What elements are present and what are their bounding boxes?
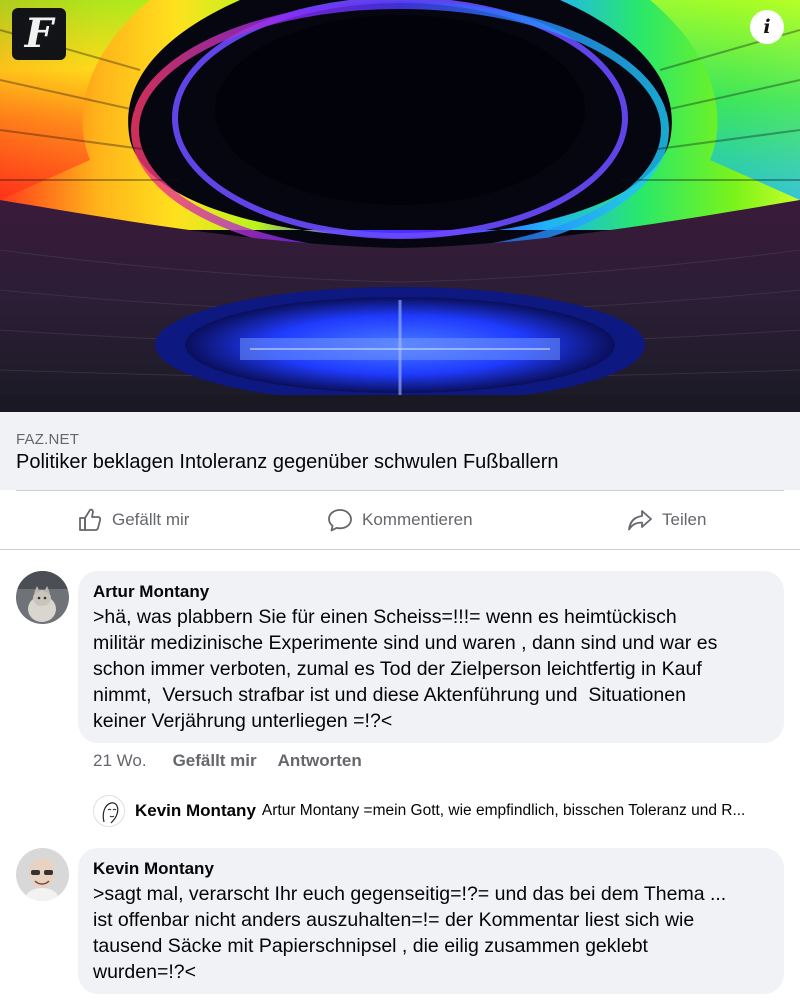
link-source: FAZ.NET [16, 431, 80, 448]
avatar[interactable] [16, 848, 69, 901]
comment-text-line: nimmt, Versuch strafbar ist und diese Ak… [93, 684, 686, 706]
sketch-avatar-image [94, 796, 124, 826]
link-preview[interactable]: FAZ.NET Politiker beklagen Intoleranz ge… [0, 412, 800, 490]
comment-text-line: ist offenbar nicht anders auszuhalten=!=… [93, 909, 695, 931]
comment-timestamp[interactable]: 21 Wo. [93, 751, 147, 771]
share-button-label: Teilen [662, 510, 707, 529]
link-title[interactable]: Politiker beklagen Intoleranz gegenüber … [16, 451, 559, 474]
thumbs-up-icon [79, 508, 102, 531]
comment-reply-link[interactable]: Antworten [278, 751, 362, 771]
man-avatar-image [16, 848, 69, 901]
comment-text-line: wurden=!?< [93, 961, 196, 983]
comment-text-line: >sagt mal, verarscht Ihr euch gegenseiti… [93, 883, 727, 905]
faz-logo[interactable]: F [12, 8, 66, 60]
cat-avatar-image [16, 571, 69, 624]
reply-preview[interactable]: Kevin Montany Artur Montany =mein Gott, … [93, 795, 793, 827]
info-icon: i [763, 16, 771, 38]
comment-button[interactable]: Kommentieren [326, 491, 473, 549]
share-arrow-icon [628, 510, 652, 531]
comment-author[interactable]: Artur Montany [93, 582, 209, 602]
reply-avatar[interactable] [93, 795, 125, 827]
comment-text: >sagt mal, verarscht Ihr euch gegenseiti… [93, 881, 773, 985]
comment-text-line: tausend Säcke mit Papierschnipsel , die … [93, 935, 648, 957]
comment-text-line: keiner Verjährung unterliegen =!?< [93, 710, 393, 732]
comment-like-link[interactable]: Gefällt mir [173, 751, 257, 771]
info-icon-button[interactable]: i [750, 10, 784, 44]
faz-logo-letter: F [24, 10, 54, 57]
comment-text-line: >hä, was plabbern Sie für einen Scheiss=… [93, 606, 677, 628]
stadium-rainbow-image [0, 0, 800, 412]
comment-author[interactable]: Kevin Montany [93, 859, 214, 879]
like-button[interactable]: Gefällt mir [76, 491, 189, 549]
share-button[interactable]: Teilen [626, 491, 706, 549]
comment-button-label: Kommentieren [362, 510, 473, 529]
comment-text-line: schon immer verboten, zumal es Tod der Z… [93, 658, 702, 680]
divider [0, 549, 800, 550]
comment-text-line: militär medizinische Experimente sind un… [93, 632, 718, 654]
reply-author[interactable]: Kevin Montany [135, 801, 256, 821]
post-image[interactable]: F i [0, 0, 800, 412]
avatar[interactable] [16, 571, 69, 624]
speech-bubble-icon [328, 509, 352, 532]
like-button-label: Gefällt mir [112, 510, 190, 529]
post-action-bar: Gefällt mir Kommentieren Teilen [0, 491, 800, 549]
comment-text: >hä, was plabbern Sie für einen Scheiss=… [93, 604, 773, 734]
comment-meta: 21 Wo. Gefällt mir Antworten [93, 751, 362, 771]
reply-text: Artur Montany =mein Gott, wie empfindlic… [261, 802, 746, 819]
